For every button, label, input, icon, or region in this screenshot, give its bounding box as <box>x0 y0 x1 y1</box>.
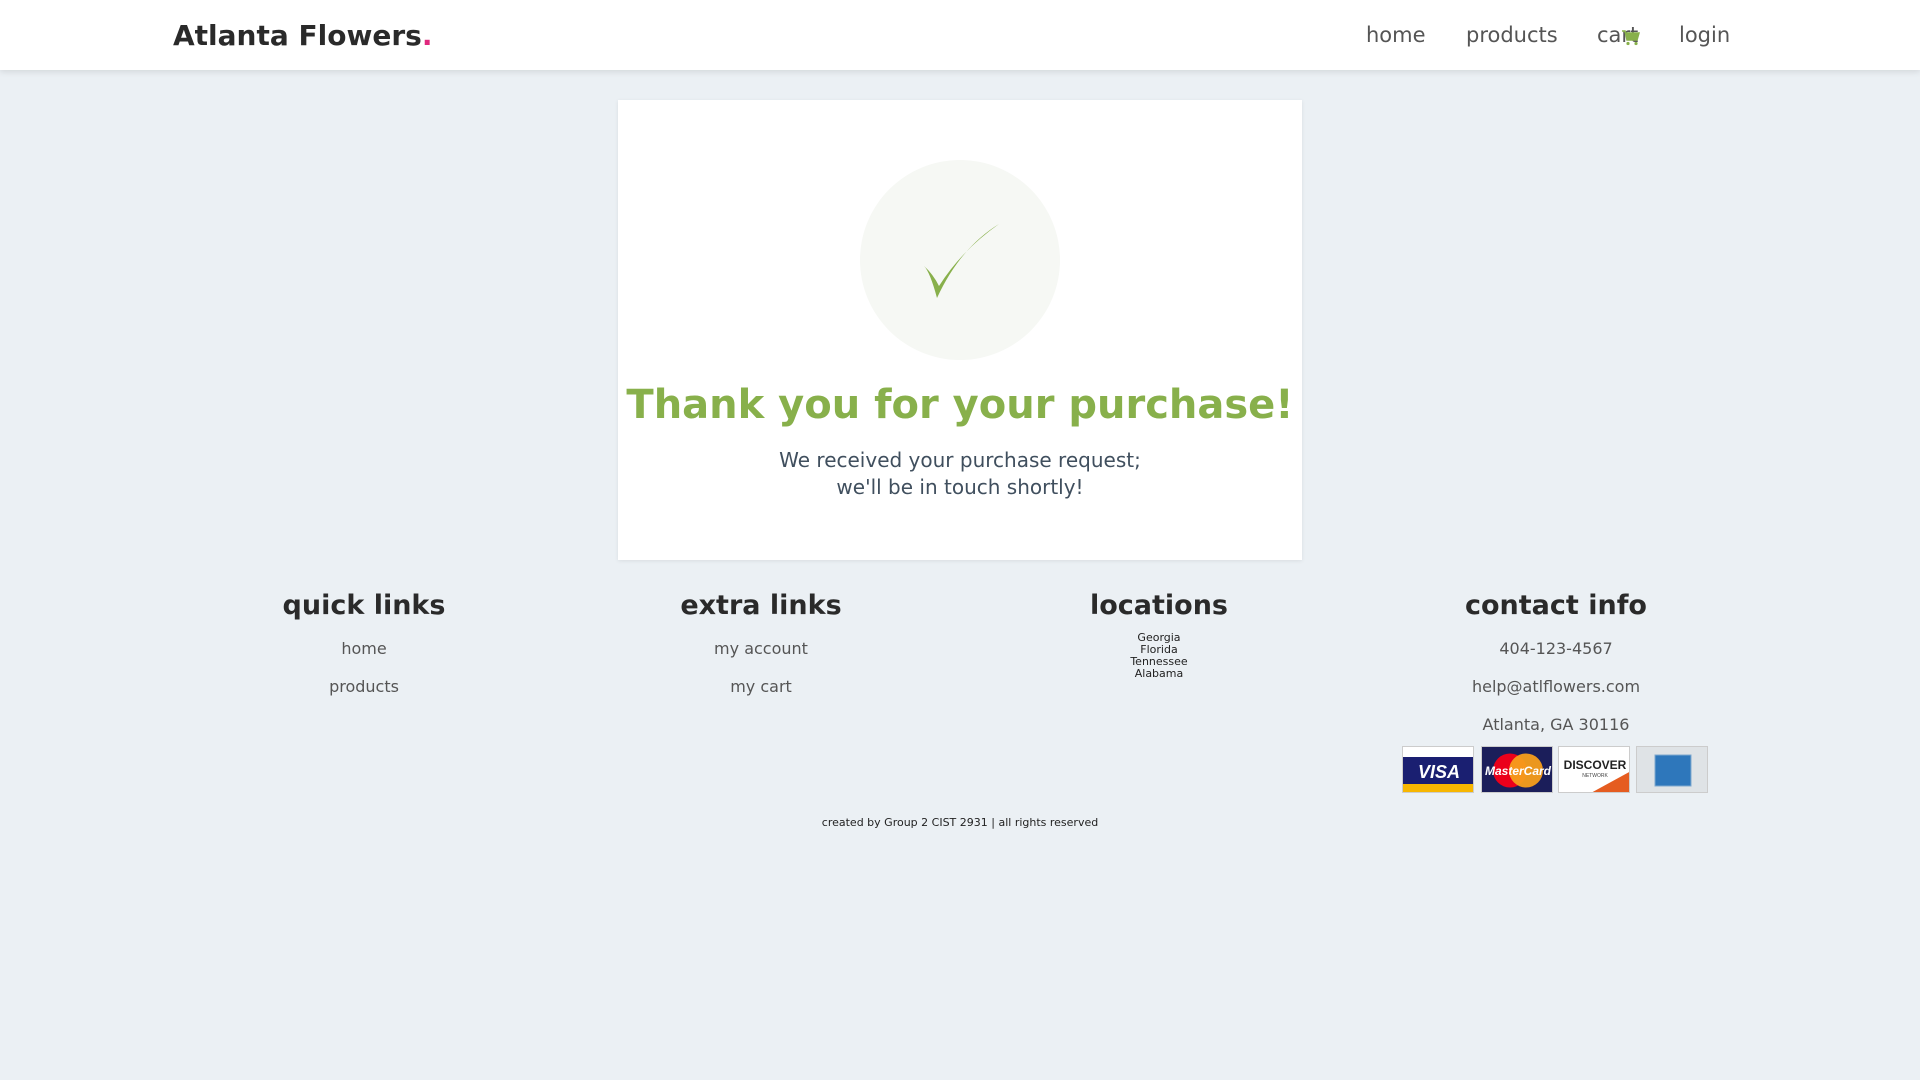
nav-login-link[interactable]: login <box>1679 23 1730 47</box>
contact-email[interactable]: help@atlflowers.com <box>1406 677 1706 696</box>
nav-products-link[interactable]: products <box>1466 23 1558 47</box>
footer-contact-info: contact info 404-123-4567 help@atlflower… <box>1406 590 1706 734</box>
extra-links-heading: extra links <box>680 590 842 621</box>
checkmark-icon <box>924 224 999 298</box>
contact-info-heading: contact info <box>1465 590 1647 621</box>
mastercard-icon: MasterCard <box>1481 746 1553 793</box>
thank-you-title: Thank you for your purchase! <box>626 382 1294 428</box>
visa-card-icon: VISA <box>1402 746 1474 793</box>
mastercard-label: MasterCard <box>1485 764 1552 778</box>
confirmation-message-line1: We received your purchase request; <box>779 448 1141 472</box>
quick-links-heading: quick links <box>282 590 446 621</box>
discover-card-icon: DISCOVER NETWORK <box>1558 746 1630 793</box>
footer-my-account-link[interactable]: my account <box>661 639 861 658</box>
footer-locations: locations Georgia Florida Tennessee Alab… <box>1059 590 1259 680</box>
footer-home-link[interactable]: home <box>264 639 464 658</box>
nav-home-link[interactable]: home <box>1366 23 1426 47</box>
payment-methods: VISA MasterCard DISCOVER NETWORK <box>1402 746 1712 796</box>
copyright-text: created by Group 2 CIST 2931 | all right… <box>821 816 1099 829</box>
locations-heading: locations <box>1089 590 1229 621</box>
amex-card-icon <box>1636 746 1708 793</box>
discover-label: DISCOVER <box>1564 758 1627 772</box>
footer-products-link[interactable]: products <box>264 677 464 696</box>
footer-extra-links: extra links my account my cart <box>661 590 861 696</box>
site-header: Atlanta Flowers. home products cart logi… <box>0 0 1920 70</box>
footer-my-cart-link[interactable]: my cart <box>661 677 861 696</box>
discover-network-label: NETWORK <box>1582 773 1608 779</box>
confirmation-message-line2: we'll be in touch shortly! <box>836 475 1084 499</box>
contact-address: Atlanta, GA 30116 <box>1482 715 1630 734</box>
location-item: Alabama <box>1134 667 1184 680</box>
footer-quick-links: quick links home products <box>264 590 464 696</box>
cart-icon[interactable] <box>1622 30 1640 46</box>
contact-phone[interactable]: 404-123-4567 <box>1406 639 1706 658</box>
locations-list: Georgia Florida Tennessee Alabama <box>1059 632 1259 680</box>
visa-label: VISA <box>1418 762 1460 782</box>
purchase-confirmation-card: Thank you for your purchase! We received… <box>618 100 1302 560</box>
check-circle <box>860 160 1060 360</box>
